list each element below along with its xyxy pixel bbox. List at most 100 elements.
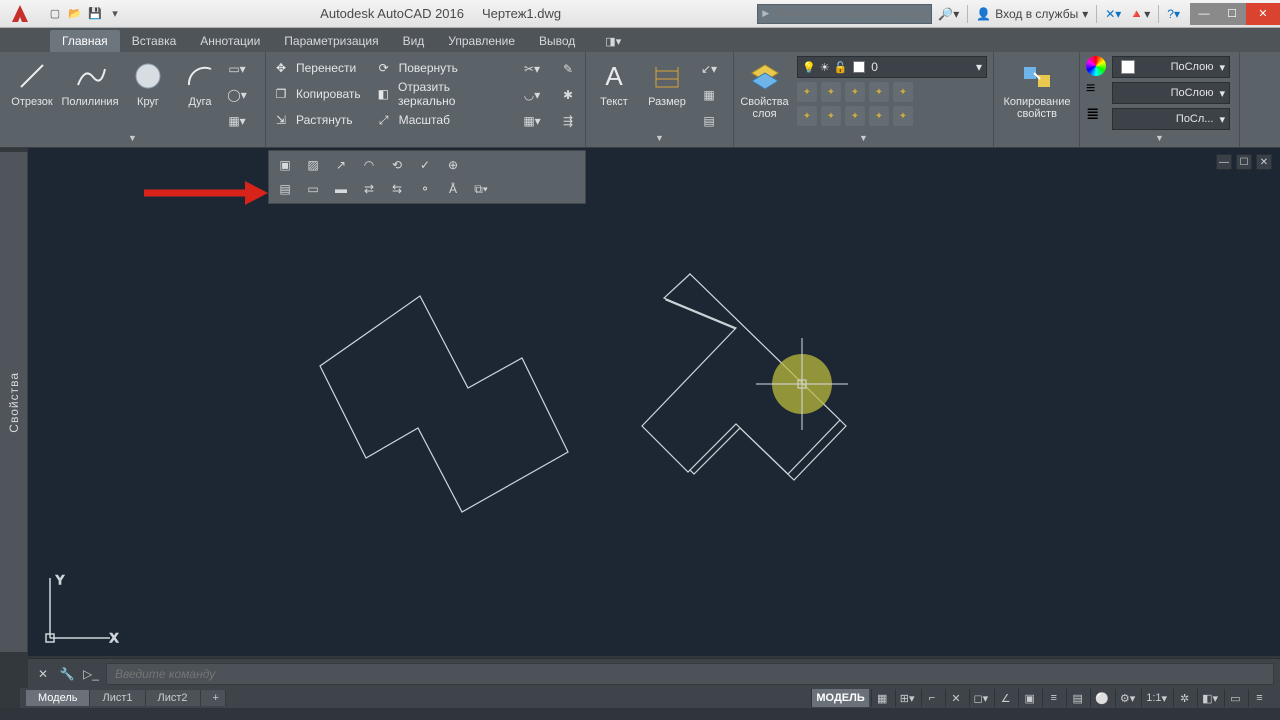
tool-copy[interactable]: ❐Копировать — [272, 82, 361, 106]
sec-tool-icon[interactable]: ◠ — [359, 155, 379, 175]
exchange-icon[interactable]: ✕▾ — [1105, 7, 1121, 21]
tool-polyline[interactable]: Полилиния — [64, 56, 116, 108]
layer-tool-icon[interactable]: ✦ — [797, 82, 817, 102]
signin-button[interactable]: 👤 Вход в службы ▾ — [976, 7, 1088, 21]
tab-annotate[interactable]: Аннотации — [188, 30, 272, 52]
sec-tool-icon[interactable]: ▬ — [331, 179, 351, 199]
tool-arc[interactable]: Дуга — [180, 56, 220, 108]
qat-save-icon[interactable]: 💾 — [86, 5, 104, 23]
lineweight-icon[interactable]: ≣ — [1086, 104, 1106, 124]
tab-insert[interactable]: Вставка — [120, 30, 189, 52]
layer-tool-icon[interactable]: ✦ — [893, 106, 913, 126]
sec-tool-icon[interactable]: ⊕ — [443, 155, 463, 175]
sec-tool-icon[interactable]: ▨ — [303, 155, 323, 175]
infocenter-search[interactable]: ▶ — [757, 4, 932, 24]
sec-tool-icon[interactable]: ⇄ — [359, 179, 379, 199]
status-annovis-icon[interactable]: ✲ — [1173, 689, 1195, 707]
app-menu-button[interactable] — [0, 0, 40, 28]
layer-tool-icon[interactable]: ✦ — [893, 82, 913, 102]
sec-tool-icon[interactable]: ⚬ — [415, 179, 435, 199]
tool-circle[interactable]: Круг — [122, 56, 174, 108]
color-wheel-icon[interactable] — [1086, 56, 1106, 76]
sec-tool-icon[interactable]: ▭ — [303, 179, 323, 199]
linetype-combo[interactable]: ПоСлою▾ — [1112, 82, 1230, 104]
status-clean-icon[interactable]: ▭ — [1224, 689, 1246, 707]
vp-minimize-icon[interactable]: — — [1216, 154, 1232, 170]
status-ortho-icon[interactable]: ⌐ — [921, 689, 943, 707]
linetype-icon[interactable]: ≡ — [1086, 80, 1106, 100]
tab-output[interactable]: Вывод — [527, 30, 587, 52]
status-model-button[interactable]: МОДЕЛЬ — [811, 689, 868, 707]
tab-view[interactable]: Вид — [391, 30, 437, 52]
layer-tool-icon[interactable]: ✦ — [869, 106, 889, 126]
tool-fillet-icon[interactable]: ◡▾ — [521, 84, 543, 106]
panel-properties-expand-icon[interactable]: ▼ — [1155, 133, 1164, 147]
tool-rectangle-icon[interactable]: ▭▾ — [226, 58, 248, 80]
tool-erase-icon[interactable]: ✎ — [557, 58, 579, 80]
drawing-canvas[interactable]: — ☐ ✕ Y X — [28, 148, 1280, 656]
tool-hatch-icon[interactable]: ▦▾ — [226, 110, 248, 132]
layer-tool-icon[interactable]: ✦ — [845, 106, 865, 126]
tool-stretch[interactable]: ⇲Растянуть — [272, 108, 361, 132]
tool-trim-icon[interactable]: ✂▾ — [521, 58, 543, 80]
tool-explode-icon[interactable]: ✱ — [557, 84, 579, 106]
properties-palette-collapsed[interactable]: Свойства — [0, 152, 28, 652]
layer-tool-icon[interactable]: ✦ — [869, 82, 889, 102]
vp-close-icon[interactable]: ✕ — [1256, 154, 1272, 170]
sec-tool-icon[interactable]: ⧉▾ — [471, 179, 491, 199]
status-snap-icon[interactable]: ⊞▾ — [895, 689, 919, 707]
cmdline-config-icon[interactable]: 🔧 — [58, 665, 76, 683]
sec-tool-icon[interactable]: ⟲ — [387, 155, 407, 175]
layer-tool-icon[interactable]: ✦ — [821, 106, 841, 126]
tool-leader-icon[interactable]: ↙▾ — [698, 58, 720, 80]
close-button[interactable]: ✕ — [1246, 3, 1280, 25]
help-icon[interactable]: ?▾ — [1167, 7, 1180, 21]
tool-move[interactable]: ✥Перенести — [272, 56, 361, 80]
qat-dropdown-icon[interactable]: ▾ — [106, 5, 124, 23]
tab-parametric[interactable]: Параметризация — [272, 30, 390, 52]
tab-layout1[interactable]: Лист1 — [90, 690, 145, 706]
status-osnap-icon[interactable]: ◻▾ — [969, 689, 993, 707]
tab-layout2[interactable]: Лист2 — [146, 690, 201, 706]
qat-open-icon[interactable]: 📂 — [66, 5, 84, 23]
tab-home[interactable]: Главная — [50, 30, 120, 52]
status-ws-icon[interactable]: ⚙▾ — [1115, 689, 1139, 707]
status-custom-icon[interactable]: ≡ — [1248, 689, 1270, 707]
panel-draw-expand-icon[interactable]: ▼ — [128, 133, 137, 147]
layer-tool-icon[interactable]: ✦ — [797, 106, 817, 126]
tool-mirror[interactable]: ◧Отразить зеркально — [375, 82, 507, 106]
layer-tool-icon[interactable]: ✦ — [821, 82, 841, 102]
layer-combo[interactable]: 💡☀🔓 0 ▾ — [797, 56, 987, 78]
panel-layers-expand-icon[interactable]: ▼ — [859, 133, 868, 147]
tool-layer-props[interactable]: Свойства слоя — [740, 56, 789, 120]
lineweight-combo[interactable]: ПоСл...▾ — [1112, 108, 1230, 130]
vp-maximize-icon[interactable]: ☐ — [1236, 154, 1252, 170]
tool-text[interactable]: A Текст — [592, 56, 636, 108]
sec-tool-align-icon[interactable]: ▤ — [275, 179, 295, 199]
tool-dimension[interactable]: Размер — [642, 56, 692, 108]
minimize-button[interactable]: — — [1190, 3, 1218, 25]
sec-tool-icon[interactable]: ↗ — [331, 155, 351, 175]
tool-array-icon[interactable]: ▦▾ — [521, 110, 543, 132]
sec-tool-icon[interactable]: ⇆ — [387, 179, 407, 199]
search-input[interactable] — [773, 8, 927, 20]
status-lwt-icon[interactable]: ≡ — [1042, 689, 1064, 707]
status-otrack-icon[interactable]: ∠ — [994, 689, 1016, 707]
panel-annotate-expand-icon[interactable]: ▼ — [655, 133, 664, 147]
tab-overflow-icon[interactable]: ◨▾ — [599, 31, 627, 52]
command-input[interactable] — [106, 663, 1274, 685]
tool-line[interactable]: Отрезок — [6, 56, 58, 108]
sec-tool-icon[interactable]: ✓ — [415, 155, 435, 175]
maximize-button[interactable]: ☐ — [1218, 3, 1246, 25]
status-qp-icon[interactable]: ▤ — [1066, 689, 1088, 707]
cmdline-close-icon[interactable]: ✕ — [34, 665, 52, 683]
tool-matchprop[interactable]: Копирование свойств — [1000, 56, 1074, 120]
tool-rotate[interactable]: ⟳Повернуть — [375, 56, 507, 80]
sec-tool-icon[interactable]: ▣ — [275, 155, 295, 175]
status-polar-icon[interactable]: ✕ — [945, 689, 967, 707]
tab-model[interactable]: Модель — [26, 690, 90, 706]
status-iso-icon[interactable]: ◧▾ — [1197, 689, 1222, 707]
status-dyn-icon[interactable]: ▣ — [1018, 689, 1040, 707]
color-combo[interactable]: ПоСлою▾ — [1112, 56, 1230, 78]
tool-table-icon[interactable]: ▦ — [698, 84, 720, 106]
